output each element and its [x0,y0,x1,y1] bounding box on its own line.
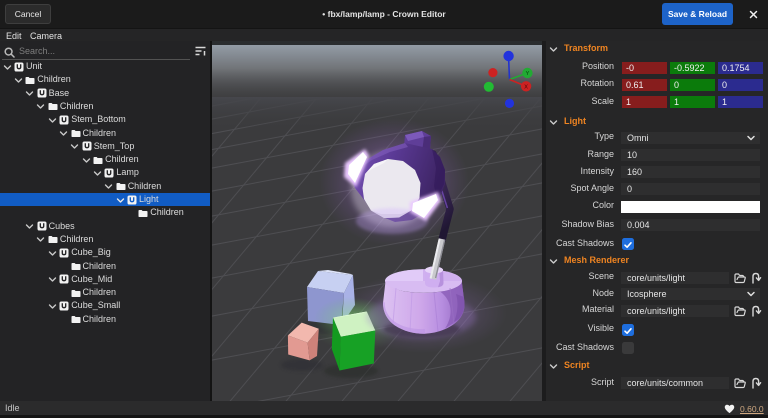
svg-text:X: X [524,85,528,91]
svg-text:Y: Y [526,71,530,77]
